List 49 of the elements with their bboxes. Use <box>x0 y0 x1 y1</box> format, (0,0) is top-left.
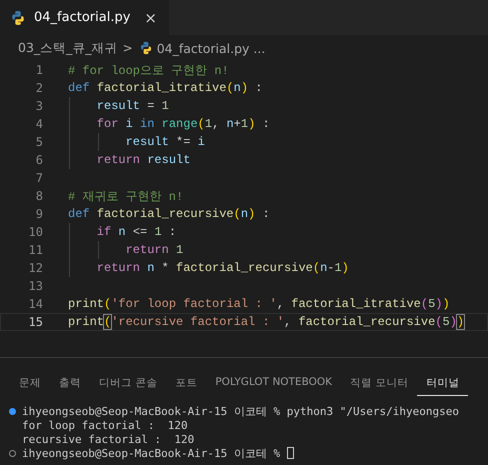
panel-tab[interactable]: POLYGLOT NOTEBOOK <box>206 370 342 396</box>
code-line: result *= i <box>124 135 205 149</box>
line-number: 7 <box>34 171 44 185</box>
code-line: return result <box>96 153 190 167</box>
panel-tab[interactable]: 문제 <box>10 370 50 396</box>
code-line: return n * factorial_recursive(n-1) <box>96 261 349 275</box>
terminal-line: ihyeongseob@Seop-MacBook-Air-15 이코테 % python3 "/Users/ihyeongseo <box>22 404 459 418</box>
line-number: 11 <box>28 243 44 257</box>
chevron-icon: > <box>122 41 133 55</box>
panel-tab[interactable]: 터미널 <box>417 370 468 396</box>
line-number: 14 <box>28 297 44 311</box>
python-icon <box>138 41 153 55</box>
line-number: 6 <box>34 153 44 167</box>
breadcrumb-folder[interactable]: 03_스택_큐_재귀 <box>18 40 118 56</box>
status-dot <box>9 450 16 456</box>
close-icon[interactable]: × <box>144 8 157 26</box>
code-line: # for loop으로 구현한 n! <box>68 62 229 78</box>
code-line: # 재귀로 구현한 n! <box>68 188 184 204</box>
python-icon <box>10 10 26 26</box>
line-number: 9 <box>34 207 44 221</box>
breadcrumb-trail[interactable]: ... <box>253 40 266 56</box>
code-line: return 1 <box>124 243 184 257</box>
code-line: def factorial_recursive(n) : <box>68 207 270 221</box>
line-number: 10 <box>28 225 44 239</box>
code-line: print('recursive factorial : ', factorial_recursive(5)) <box>68 315 464 329</box>
code-line: if n <= 1 : <box>96 225 176 239</box>
line-number: 8 <box>34 189 44 203</box>
status-dot <box>9 408 16 414</box>
line-number: 13 <box>28 279 44 293</box>
line-number: 4 <box>34 117 44 131</box>
code-line: result = 1 <box>96 99 169 113</box>
code-line: print('for loop factorial : ', factorial_itrative(5)) <box>68 297 450 311</box>
editor-tab[interactable]: 04_factorial.py × <box>0 0 169 35</box>
line-number: 15 <box>28 315 44 329</box>
terminal-line: ihyeongseob@Seop-MacBook-Air-15 이코테 % <box>22 446 280 460</box>
panel-tab[interactable]: 출력 <box>50 370 90 396</box>
panel-tab[interactable]: 직렬 모니터 <box>341 370 418 396</box>
code-line: def factorial_itrative(n) : <box>68 81 262 95</box>
panel-tab[interactable]: 디버그 콘솔 <box>90 370 166 396</box>
line-number: 1 <box>34 63 44 77</box>
line-number: 5 <box>34 135 44 149</box>
line-number: 3 <box>34 99 44 113</box>
breadcrumb-file[interactable]: 04_factorial.py <box>156 40 250 56</box>
line-number: 2 <box>34 81 44 95</box>
code-line: for i in range(1, n+1) : <box>96 117 270 131</box>
panel-tab[interactable]: 포트 <box>166 370 206 396</box>
line-number: 12 <box>28 261 44 275</box>
terminal-line: recursive factorial : 120 <box>22 432 194 446</box>
terminal-line: for loop factorial : 120 <box>22 418 188 432</box>
